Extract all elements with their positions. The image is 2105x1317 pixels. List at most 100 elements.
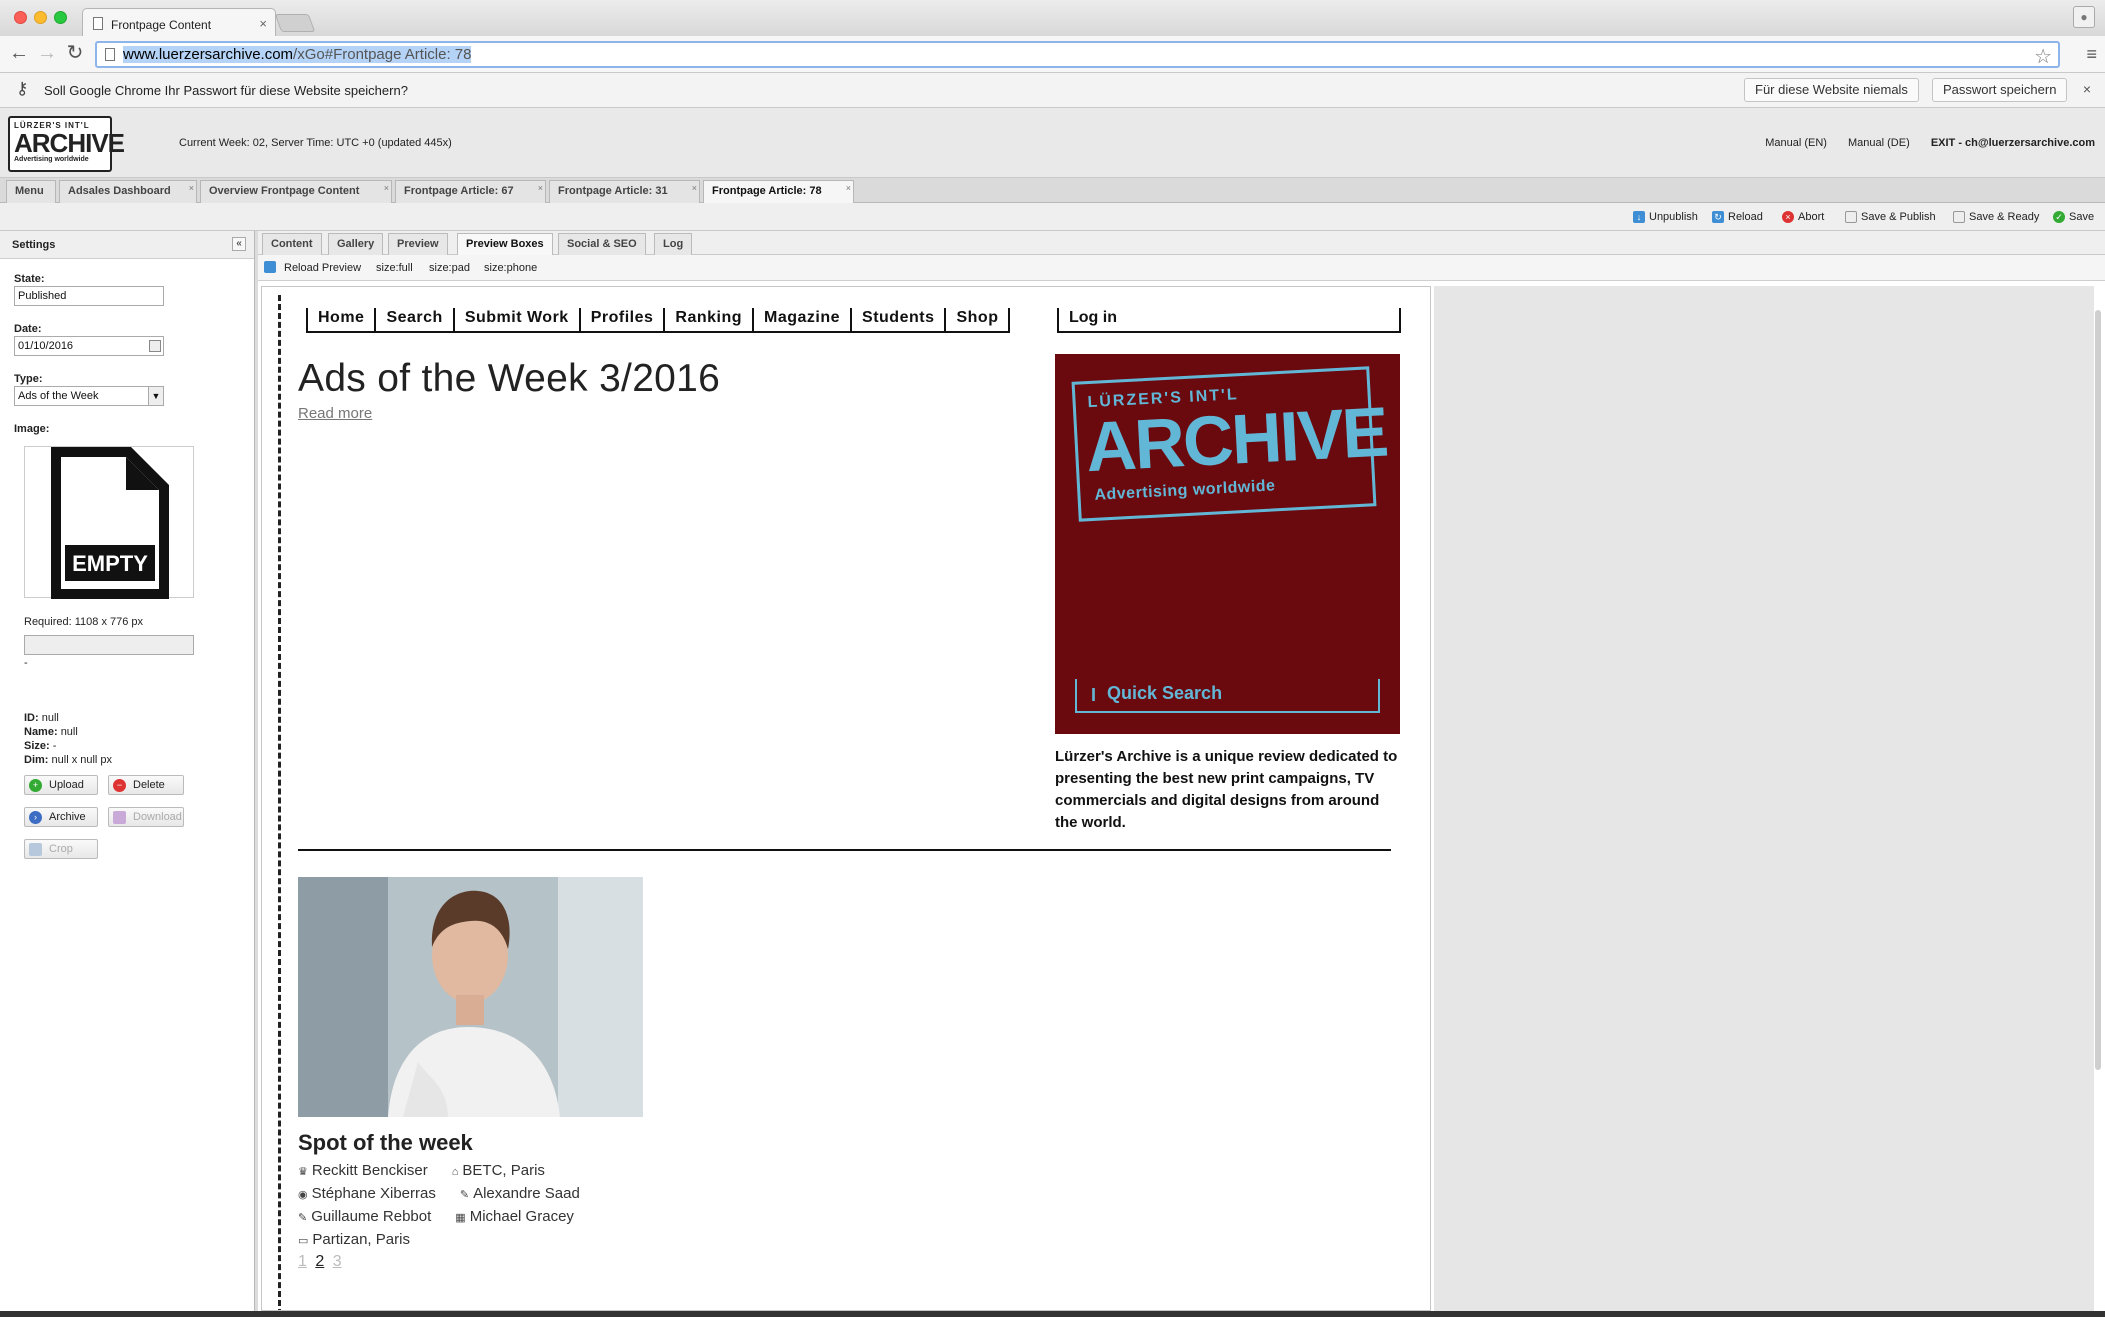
never-save-button[interactable]: Für diese Website niemals (1744, 78, 1919, 102)
read-more-link[interactable]: Read more (298, 405, 372, 422)
unpublish-button[interactable]: ↓ Unpublish (1633, 211, 1698, 223)
tab-article-67[interactable]: Frontpage Article: 67 × (395, 180, 546, 203)
reload-button[interactable]: ↻ Reload (1712, 211, 1763, 223)
abort-icon: × (1782, 211, 1794, 223)
close-icon[interactable]: × (538, 178, 543, 199)
save-password-button[interactable]: Passwort speichern (1932, 78, 2068, 102)
close-tab-icon[interactable]: × (259, 16, 267, 31)
pen-icon: ✎ (459, 1189, 470, 1201)
save-button[interactable]: ✓ Save (2053, 211, 2094, 223)
credit-person-3[interactable]: Guillaume Rebbot (311, 1208, 431, 1225)
size-pad-button[interactable]: size:pad (429, 262, 470, 274)
credit-person-1[interactable]: Stéphane Xiberras (312, 1185, 436, 1202)
spot-image[interactable] (298, 877, 643, 1117)
address-bar[interactable]: www.luerzersarchive.com/xGo#Frontpage Ar… (95, 41, 2060, 68)
article-headline: Ads of the Week 3/2016 (298, 357, 721, 400)
tab-menu[interactable]: Menu (6, 180, 56, 203)
tab-overview-frontpage[interactable]: Overview Frontpage Content × (200, 180, 392, 203)
tab-log[interactable]: Log (654, 233, 693, 255)
size-phone-button[interactable]: size:phone (484, 262, 537, 274)
password-infobar: ⚷ Soll Google Chrome Ihr Passwort für di… (0, 73, 2105, 108)
archive-logo: LÜRZER'S INT'L ARCHIVE Advertising world… (8, 116, 125, 172)
chrome-menu-icon[interactable]: ≡ (2086, 44, 2097, 65)
download-icon (113, 811, 126, 824)
close-icon[interactable]: × (846, 178, 851, 199)
save-ready-button[interactable]: Save & Ready (1953, 211, 2039, 223)
window-close-button[interactable] (14, 11, 27, 24)
nav-submit-work[interactable]: Submit Work (455, 308, 581, 331)
reload-icon[interactable] (264, 261, 276, 273)
divider (298, 849, 1391, 851)
upload-button[interactable]: + Upload (24, 775, 98, 795)
quick-search-input[interactable]: I Quick Search (1075, 679, 1380, 713)
tab-preview-boxes[interactable]: Preview Boxes (457, 233, 553, 255)
tab-article-31[interactable]: Frontpage Article: 31 × (549, 180, 700, 203)
manual-de-link[interactable]: Manual (DE) (1848, 137, 1910, 149)
credit-agency[interactable]: BETC, Paris (462, 1162, 545, 1179)
reload-preview-button[interactable]: Reload Preview (284, 262, 361, 274)
collapse-icon[interactable]: « (232, 237, 246, 251)
nav-ranking[interactable]: Ranking (665, 308, 755, 331)
size-full-button[interactable]: size:full (376, 262, 413, 274)
credit-person-4[interactable]: Michael Gracey (470, 1208, 574, 1225)
image-label: Image: (14, 423, 50, 435)
calendar-icon[interactable] (149, 340, 161, 352)
abort-button[interactable]: × Abort (1782, 211, 1824, 223)
nav-students[interactable]: Students (852, 308, 947, 331)
close-icon[interactable]: × (2083, 81, 2091, 97)
plus-icon: + (29, 779, 42, 792)
close-icon[interactable]: × (189, 178, 194, 199)
new-tab-button[interactable] (274, 14, 316, 32)
tab-social-seo[interactable]: Social & SEO (558, 233, 646, 255)
spot-photo (298, 877, 643, 1117)
vertical-scrollbar[interactable] (2095, 310, 2101, 1070)
window-minimize-button[interactable] (34, 11, 47, 24)
close-icon[interactable]: × (384, 178, 389, 199)
browser-titlebar: Frontpage Content × ● (0, 0, 2105, 36)
save-publish-button[interactable]: Save & Publish (1845, 211, 1936, 223)
crop-button[interactable]: Crop (24, 839, 98, 859)
page-3-link[interactable]: 3 (333, 1253, 342, 1270)
type-select[interactable]: Ads of the Week ▼ (14, 386, 164, 406)
nav-magazine[interactable]: Magazine (754, 308, 853, 331)
nav-search[interactable]: Search (376, 308, 455, 331)
tab-gallery[interactable]: Gallery (328, 233, 384, 255)
window-maximize-button[interactable] (54, 11, 67, 24)
close-icon[interactable]: × (692, 178, 697, 199)
nav-profiles[interactable]: Profiles (581, 308, 666, 331)
page-1-link[interactable]: 1 (298, 1253, 307, 1270)
page-2-link[interactable]: 2 (315, 1253, 324, 1270)
unpublish-icon: ↓ (1633, 211, 1645, 223)
download-button[interactable]: Download (108, 807, 184, 827)
date-label: Date: (14, 323, 42, 335)
password-prompt-text: Soll Google Chrome Ihr Passwort für dies… (44, 83, 408, 98)
state-field[interactable]: Published (14, 286, 164, 306)
tab-preview[interactable]: Preview (388, 233, 448, 255)
exit-link[interactable]: EXIT - ch@luerzersarchive.com (1931, 137, 2095, 149)
profile-icon[interactable]: ● (2073, 6, 2095, 28)
bookmark-star-icon[interactable]: ☆ (2034, 44, 2052, 69)
eye-icon: ◉ (298, 1189, 308, 1201)
empty-file-icon: EMPTY (51, 447, 169, 599)
tab-adsales-dashboard[interactable]: Adsales Dashboard × (59, 180, 197, 203)
credit-client[interactable]: Reckitt Benckiser (312, 1162, 428, 1179)
credit-production[interactable]: Partizan, Paris (312, 1231, 410, 1248)
browser-tab[interactable]: Frontpage Content × (82, 8, 276, 36)
back-icon[interactable]: ← (8, 42, 30, 64)
nav-home[interactable]: Home (308, 308, 377, 331)
archive-button[interactable]: › Archive (24, 807, 98, 827)
date-field[interactable]: 01/10/2016 (14, 336, 164, 356)
manual-en-link[interactable]: Manual (EN) (1765, 137, 1827, 149)
id-value: null (41, 712, 59, 724)
reload-icon: ↻ (1712, 211, 1724, 223)
preview-frame: Home Search Submit Work Profiles Ranking… (261, 286, 1431, 1311)
tab-article-78[interactable]: Frontpage Article: 78 × (703, 180, 854, 204)
credit-person-2[interactable]: Alexandre Saad (473, 1185, 580, 1202)
login-link[interactable]: Log in (1057, 308, 1401, 333)
document-icon (1845, 211, 1857, 223)
forward-icon[interactable]: → (36, 42, 58, 64)
reload-icon[interactable]: ↻ (64, 42, 86, 64)
delete-button[interactable]: − Delete (108, 775, 184, 795)
nav-shop[interactable]: Shop (946, 308, 1011, 331)
tab-content[interactable]: Content (262, 233, 322, 255)
